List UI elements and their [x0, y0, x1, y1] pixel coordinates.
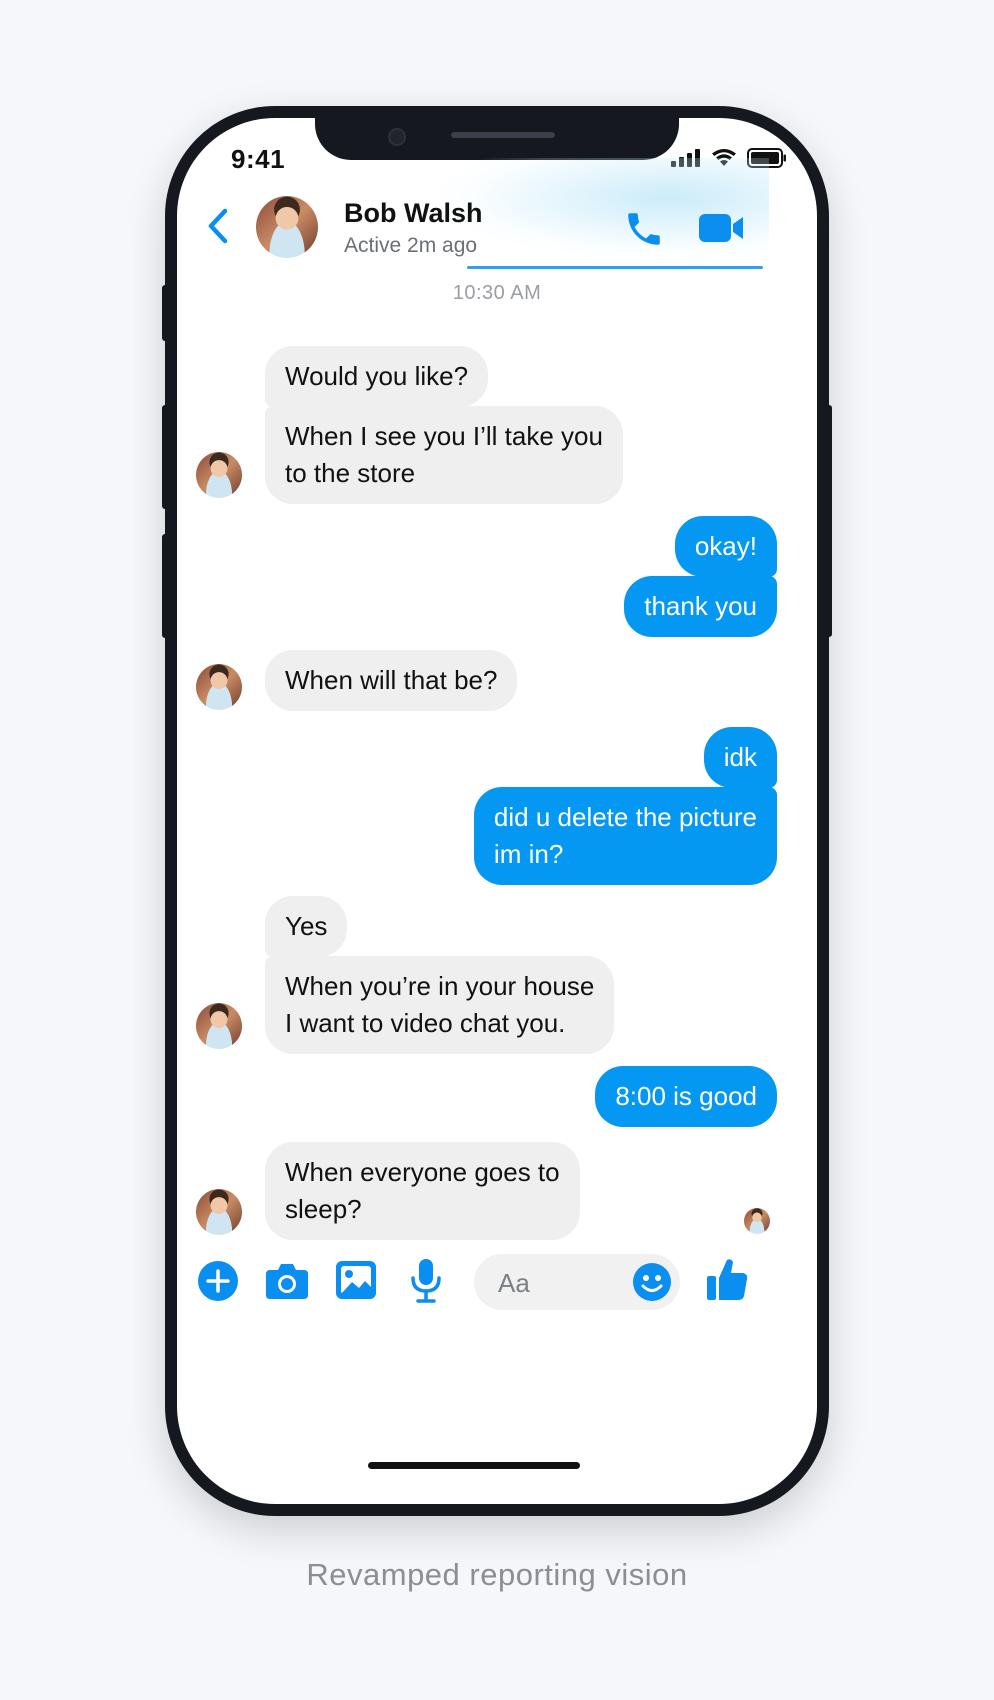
plus-icon[interactable] [197, 1260, 239, 1302]
microphone-icon[interactable] [410, 1258, 442, 1304]
volume-down-button [162, 534, 168, 638]
image-icon[interactable] [335, 1260, 377, 1300]
power-button [826, 405, 832, 637]
sender-avatar[interactable] [196, 452, 242, 498]
message-text: Would you like? [285, 361, 469, 391]
message-text-line: When everyone goes to [285, 1157, 560, 1187]
message-text-line: im in? [493, 839, 564, 869]
phone-screen: 9:41 Bob Walsh Active 2m ago 10:30 AM Wo… [177, 118, 817, 1504]
read-receipt-avatar [744, 1208, 770, 1234]
sender-avatar[interactable] [196, 664, 242, 710]
camera-icon[interactable] [265, 1262, 309, 1300]
message-text-line: sleep? [285, 1194, 362, 1224]
message-outgoing[interactable]: did u delete the picture im in? [473, 787, 777, 885]
video-call-icon[interactable] [697, 212, 745, 244]
message-outgoing[interactable]: thank you [624, 576, 777, 637]
front-camera [388, 128, 406, 146]
message-text: 8:00 is good [615, 1081, 757, 1111]
sender-avatar[interactable] [196, 1189, 242, 1235]
message-text-line: to the store [285, 458, 416, 488]
home-indicator[interactable] [368, 1462, 580, 1469]
contact-active-status: Active 2m ago [344, 234, 478, 257]
message-incoming[interactable]: When everyone goes to sleep? [265, 1142, 580, 1240]
contact-avatar[interactable] [256, 196, 318, 258]
message-text: okay! [694, 531, 757, 561]
message-composer[interactable] [474, 1254, 680, 1310]
message-text: thank you [644, 591, 757, 621]
message-input[interactable] [496, 1264, 620, 1302]
message-outgoing[interactable]: 8:00 is good [595, 1066, 777, 1127]
sender-avatar[interactable] [196, 1003, 242, 1049]
message-text-line: When I see you I’ll take you [285, 421, 603, 451]
message-text-line: When you’re in your house [285, 971, 595, 1001]
header-underline [467, 266, 763, 269]
message-text: Yes [285, 911, 328, 941]
thumbs-up-icon[interactable] [705, 1256, 749, 1302]
emoji-icon[interactable] [632, 1262, 672, 1302]
notch [315, 118, 679, 160]
message-incoming[interactable]: Yes [265, 896, 348, 957]
caption: Revamped reporting vision [306, 1557, 688, 1592]
back-chevron-icon[interactable] [205, 208, 231, 244]
message-text-line: did u delete the picture [493, 802, 757, 832]
message-text: When will that be? [285, 665, 498, 695]
message-incoming[interactable]: When will that be? [265, 650, 518, 711]
mute-switch [162, 285, 168, 341]
message-text-line: I want to video chat you. [285, 1008, 566, 1038]
status-time: 9:41 [231, 144, 286, 174]
conversation-timestamp: 10:30 AM [452, 282, 542, 304]
message-incoming[interactable]: Would you like? [265, 346, 489, 407]
earpiece-speaker [451, 132, 555, 138]
message-outgoing[interactable]: okay! [674, 516, 777, 577]
message-text: idk [723, 742, 757, 772]
message-outgoing[interactable]: idk [703, 727, 777, 788]
contact-name[interactable]: Bob Walsh [344, 198, 483, 229]
volume-up-button [162, 405, 168, 509]
message-incoming[interactable]: When I see you I’ll take you to the stor… [265, 406, 623, 504]
message-incoming[interactable]: When you’re in your house I want to vide… [265, 956, 615, 1054]
phone-call-icon[interactable] [623, 208, 665, 250]
